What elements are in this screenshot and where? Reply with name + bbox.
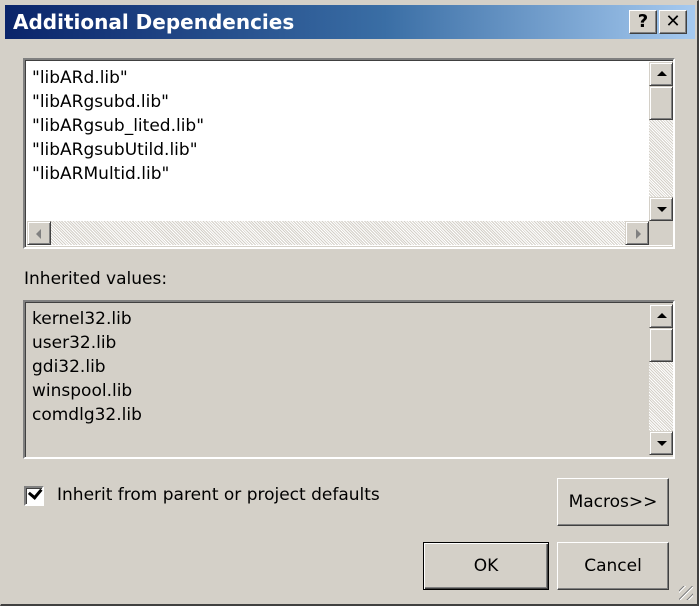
list-item[interactable]: "libARMultid.lib": [32, 162, 204, 186]
window-title: Additional Dependencies: [13, 10, 295, 34]
checkmark-icon: [27, 484, 43, 500]
list-item[interactable]: "libARgsubUtild.lib": [32, 138, 204, 162]
arrow-down-icon: [657, 441, 667, 446]
close-icon: ✕: [665, 11, 681, 32]
arrow-left-icon: [36, 229, 41, 239]
inherited-values-label: Inherited values:: [24, 269, 168, 289]
inherited-vertical-scrollbar[interactable]: [649, 304, 673, 455]
scrollbar-corner: [649, 221, 673, 245]
inherited-values-list[interactable]: kernel32.lib user32.lib gdi32.lib winspo…: [23, 300, 675, 459]
list-item: kernel32.lib: [32, 309, 132, 329]
additional-dependencies-dialog: Additional Dependencies ? ✕ "libARd.lib"…: [0, 0, 699, 606]
cancel-button[interactable]: Cancel: [557, 542, 669, 590]
close-button[interactable]: ✕: [659, 10, 687, 34]
list-item: winspool.lib: [32, 381, 133, 401]
arrow-up-icon: [657, 71, 667, 76]
help-button[interactable]: ?: [629, 10, 657, 34]
inherit-checkbox-label[interactable]: Inherit from parent or project defaults: [57, 485, 380, 505]
inherited-list: kernel32.lib user32.lib gdi32.lib winspo…: [32, 307, 142, 427]
resize-grip-icon[interactable]: [679, 586, 693, 600]
arrow-up-icon: [657, 313, 667, 318]
list-item: comdlg32.lib: [32, 405, 142, 425]
list-item[interactable]: "libARd.lib": [32, 66, 204, 90]
scroll-up-button[interactable]: [649, 304, 673, 328]
scroll-up-button[interactable]: [649, 62, 673, 86]
help-icon: ?: [637, 11, 649, 32]
dependencies-list: "libARd.lib" "libARgsubd.lib" "libARgsub…: [32, 66, 204, 186]
list-item: gdi32.lib: [32, 357, 106, 377]
scroll-left-button[interactable]: [27, 221, 51, 245]
scroll-right-button[interactable]: [625, 221, 649, 245]
scroll-down-button[interactable]: [649, 431, 673, 455]
dependencies-vertical-scrollbar[interactable]: [649, 62, 673, 221]
scroll-thumb[interactable]: [649, 328, 673, 362]
list-item[interactable]: "libARgsub_lited.lib": [32, 114, 204, 138]
cancel-button-label: Cancel: [584, 556, 642, 576]
scroll-down-button[interactable]: [649, 197, 673, 221]
arrow-down-icon: [657, 207, 667, 212]
arrow-right-icon: [636, 229, 641, 239]
inherit-checkbox[interactable]: [24, 484, 44, 506]
ok-button-label: OK: [473, 556, 499, 576]
title-bar[interactable]: Additional Dependencies ? ✕: [5, 5, 695, 39]
dependencies-editbox[interactable]: "libARd.lib" "libARgsubd.lib" "libARgsub…: [23, 58, 675, 249]
list-item: user32.lib: [32, 333, 117, 353]
macros-button[interactable]: Macros>>: [557, 478, 669, 526]
dependencies-horizontal-scrollbar[interactable]: [27, 221, 649, 245]
macros-button-label: Macros>>: [568, 492, 658, 512]
list-item[interactable]: "libARgsubd.lib": [32, 90, 204, 114]
scroll-thumb[interactable]: [649, 86, 673, 120]
ok-button[interactable]: OK: [423, 542, 549, 590]
